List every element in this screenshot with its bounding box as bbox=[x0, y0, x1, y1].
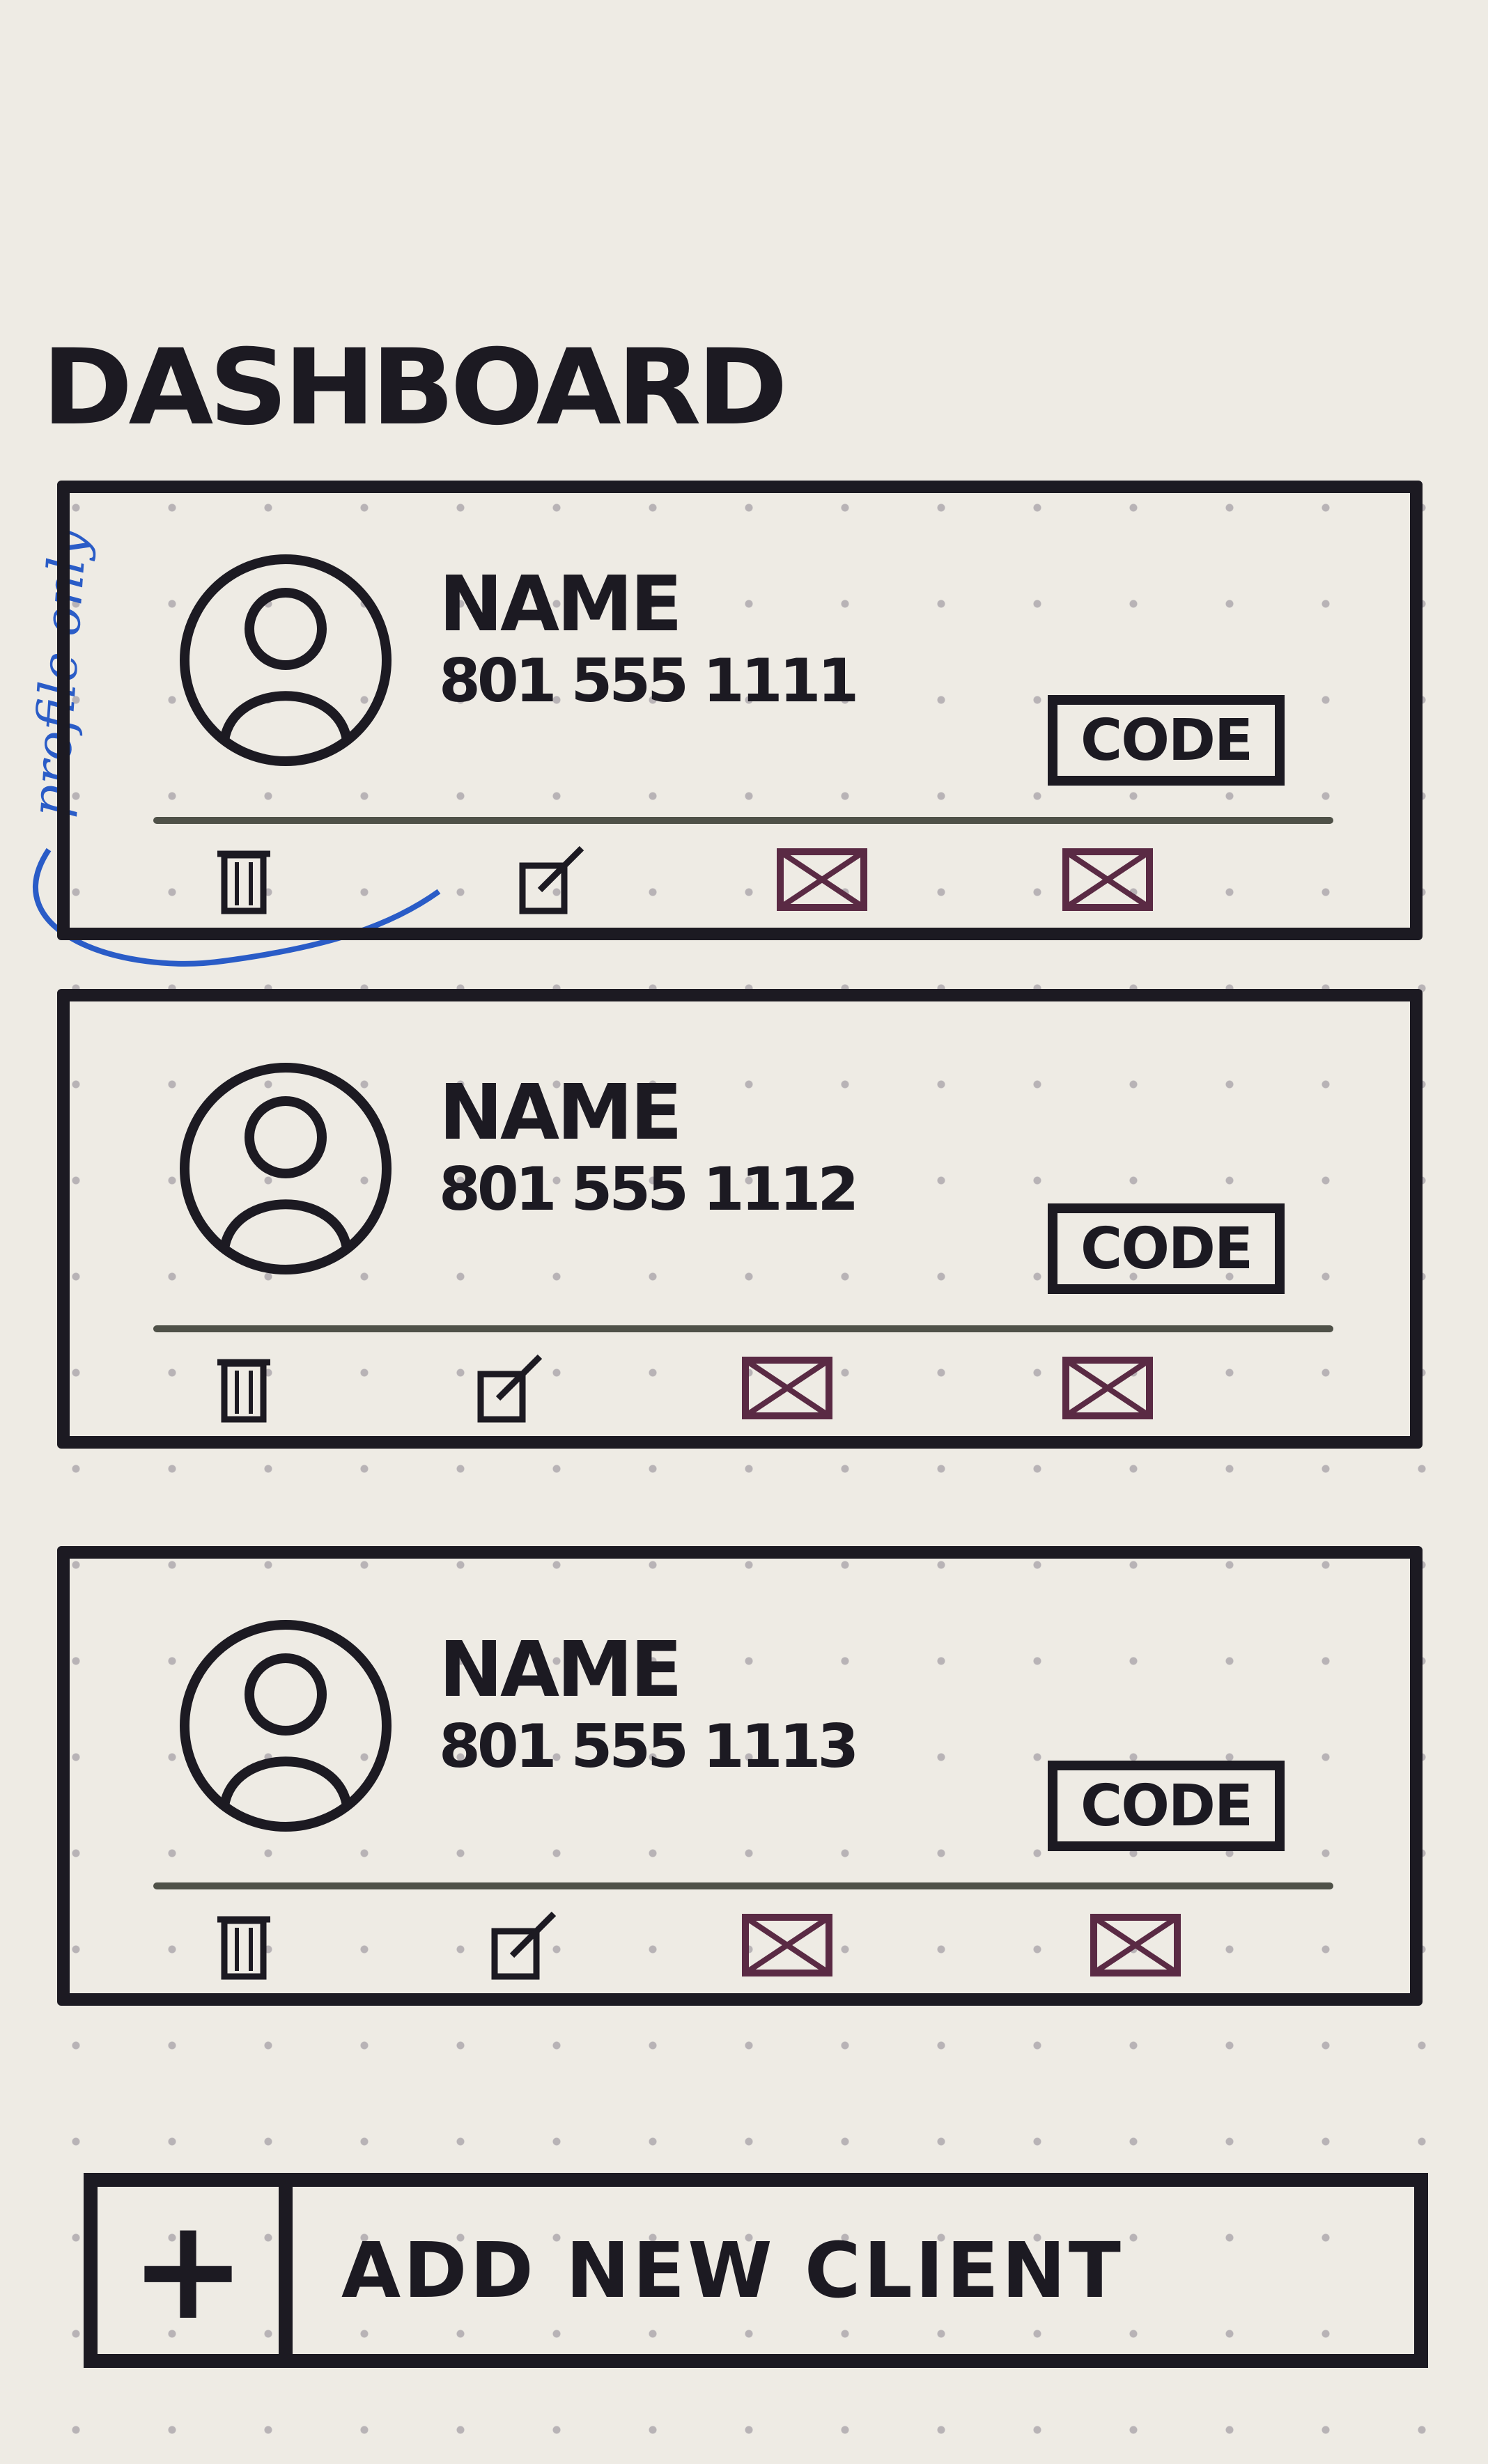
edit-icon[interactable] bbox=[474, 1907, 571, 1983]
divider bbox=[153, 1325, 1333, 1332]
code-button[interactable]: CODE bbox=[1048, 1203, 1285, 1294]
add-new-client-label: ADD NEW CLIENT bbox=[341, 2226, 1124, 2315]
message-icon[interactable] bbox=[1087, 1907, 1184, 1983]
divider bbox=[153, 1882, 1333, 1889]
client-card[interactable]: NAME 801 555 1112 CODE bbox=[57, 989, 1423, 1449]
divider bbox=[153, 817, 1333, 824]
message-icon[interactable] bbox=[1059, 841, 1156, 918]
edit-icon[interactable] bbox=[502, 841, 599, 918]
code-button[interactable]: CODE bbox=[1048, 695, 1285, 786]
client-phone: 801 555 1112 bbox=[439, 1155, 859, 1224]
code-button[interactable]: CODE bbox=[1048, 1761, 1285, 1851]
trash-icon[interactable] bbox=[195, 1350, 293, 1426]
client-card[interactable]: NAME 801 555 1113 CODE bbox=[57, 1546, 1423, 2006]
client-name: NAME bbox=[439, 559, 683, 648]
trash-icon[interactable] bbox=[195, 841, 293, 918]
message-icon[interactable] bbox=[1059, 1350, 1156, 1426]
avatar-icon bbox=[180, 554, 392, 766]
plus-icon: + bbox=[98, 2187, 293, 2354]
client-name: NAME bbox=[439, 1625, 683, 1714]
client-phone: 801 555 1113 bbox=[439, 1712, 859, 1781]
avatar-icon bbox=[180, 1063, 392, 1274]
mail-icon[interactable] bbox=[738, 1350, 836, 1426]
trash-icon[interactable] bbox=[195, 1907, 293, 1983]
mail-icon[interactable] bbox=[738, 1907, 836, 1983]
edit-icon[interactable] bbox=[460, 1350, 557, 1426]
page-title: DASHBOARD bbox=[42, 327, 788, 449]
client-phone: 801 555 1111 bbox=[439, 646, 859, 716]
add-new-client-button[interactable]: + ADD NEW CLIENT bbox=[84, 2173, 1428, 2368]
action-row bbox=[153, 841, 1201, 925]
client-name: NAME bbox=[439, 1068, 683, 1157]
action-row bbox=[153, 1350, 1201, 1433]
action-row bbox=[153, 1907, 1201, 1990]
client-card[interactable]: NAME 801 555 1111 CODE bbox=[57, 481, 1423, 940]
avatar-icon bbox=[180, 1620, 392, 1832]
mail-icon[interactable] bbox=[773, 841, 871, 918]
